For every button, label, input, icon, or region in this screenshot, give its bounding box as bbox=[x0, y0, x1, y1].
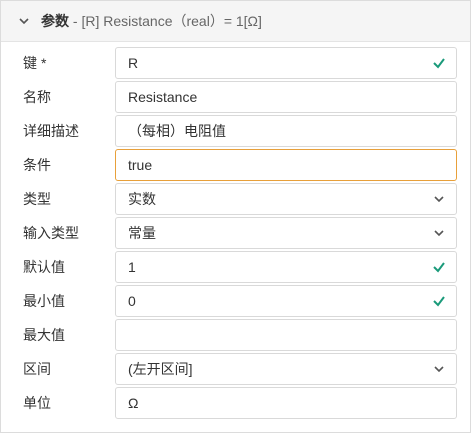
interval-value: (左开区间] bbox=[128, 361, 193, 377]
condition-label: 条件 bbox=[23, 157, 51, 173]
key-value: R bbox=[128, 55, 139, 71]
name-row: 名称 Resistance bbox=[1, 81, 470, 113]
required-mark: * bbox=[41, 55, 47, 71]
parameter-panel: 参数 - [R] Resistance（real）= 1[Ω] 键 * R 名称 … bbox=[0, 0, 471, 433]
panel-title-main: 参数 bbox=[41, 13, 69, 29]
description-input[interactable]: （每相）电阻值 bbox=[115, 115, 457, 147]
min-label: 最小值 bbox=[23, 293, 65, 309]
default-label: 默认值 bbox=[23, 259, 65, 275]
check-icon bbox=[433, 58, 445, 69]
chevron-down-icon[interactable] bbox=[432, 192, 446, 206]
type-row: 类型 实数 bbox=[1, 183, 470, 215]
default-row: 默认值 1 bbox=[1, 251, 470, 283]
check-icon bbox=[433, 296, 445, 307]
condition-row: 条件 true bbox=[1, 149, 470, 181]
input-type-label: 输入类型 bbox=[23, 225, 79, 241]
min-value: 0 bbox=[128, 293, 136, 309]
chevron-down-icon[interactable] bbox=[432, 226, 446, 240]
interval-select[interactable]: (左开区间] bbox=[115, 353, 457, 385]
name-input[interactable]: Resistance bbox=[115, 81, 457, 113]
min-row: 最小值 0 bbox=[1, 285, 470, 317]
type-label: 类型 bbox=[23, 191, 51, 207]
key-row: 键 * R bbox=[1, 47, 470, 79]
unit-row: 单位 Ω bbox=[1, 387, 470, 419]
input-type-row: 输入类型 常量 bbox=[1, 217, 470, 249]
description-row: 详细描述 （每相）电阻值 bbox=[1, 115, 470, 147]
min-input[interactable]: 0 bbox=[115, 285, 457, 317]
key-label-text: 键 bbox=[23, 55, 37, 71]
check-icon bbox=[433, 262, 445, 273]
condition-input[interactable]: true bbox=[115, 149, 457, 181]
key-label: 键 * bbox=[23, 47, 46, 79]
panel-title-detail: - [R] Resistance（real）= 1[Ω] bbox=[69, 13, 262, 29]
description-value: （每相）电阻值 bbox=[128, 123, 226, 139]
max-label: 最大值 bbox=[23, 327, 65, 343]
max-row: 最大值 bbox=[1, 319, 470, 351]
input-type-value: 常量 bbox=[128, 225, 156, 241]
default-value: 1 bbox=[128, 259, 136, 275]
max-input[interactable] bbox=[115, 319, 457, 351]
description-label: 详细描述 bbox=[23, 123, 79, 139]
key-input[interactable]: R bbox=[115, 47, 457, 79]
type-select[interactable]: 实数 bbox=[115, 183, 457, 215]
default-input[interactable]: 1 bbox=[115, 251, 457, 283]
chevron-down-icon[interactable] bbox=[17, 14, 31, 28]
chevron-down-icon[interactable] bbox=[432, 362, 446, 376]
input-type-select[interactable]: 常量 bbox=[115, 217, 457, 249]
interval-label: 区间 bbox=[23, 361, 51, 377]
unit-value: Ω bbox=[128, 395, 139, 411]
panel-title: 参数 - [R] Resistance（real）= 1[Ω] bbox=[41, 1, 262, 41]
interval-row: 区间 (左开区间] bbox=[1, 353, 470, 385]
unit-input[interactable]: Ω bbox=[115, 387, 457, 419]
condition-value: true bbox=[128, 157, 153, 173]
panel-header[interactable]: 参数 - [R] Resistance（real）= 1[Ω] bbox=[1, 1, 470, 42]
unit-label: 单位 bbox=[23, 395, 51, 411]
name-value: Resistance bbox=[128, 89, 198, 105]
name-label: 名称 bbox=[23, 89, 51, 105]
type-value: 实数 bbox=[128, 191, 156, 207]
